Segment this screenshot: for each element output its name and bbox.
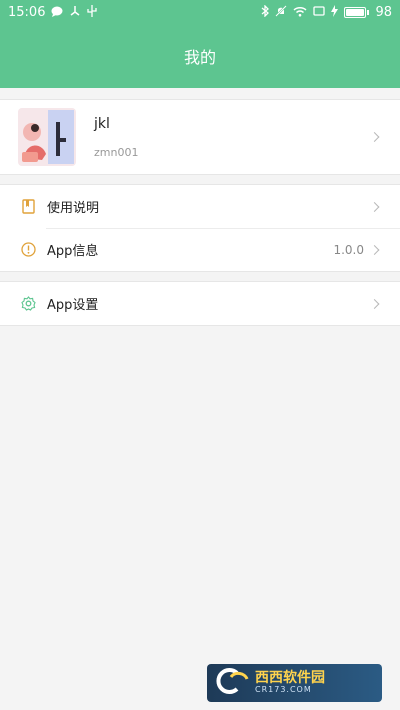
- usb-icon: [87, 5, 98, 19]
- menu-item-app-settings[interactable]: App设置: [0, 282, 400, 325]
- charging-icon: [331, 5, 339, 19]
- page-title: 我的: [183, 48, 216, 67]
- battery-icon: [344, 6, 370, 18]
- menu-group: 使用说明 App信息 1.0.0: [0, 184, 400, 272]
- chevron-right-icon: [369, 201, 380, 212]
- status-time: 15:06: [8, 4, 46, 20]
- screen-icon: [313, 6, 326, 18]
- avatar[interactable]: [18, 108, 76, 166]
- status-bar: 15:06 98: [0, 0, 400, 24]
- mute-icon: [275, 5, 288, 19]
- battery-level: 98: [375, 4, 392, 20]
- profile-id: zmn001: [94, 145, 139, 159]
- bluetooth-icon: [261, 4, 270, 19]
- chat-icon: [51, 6, 63, 19]
- gear-icon: [20, 296, 36, 312]
- settings-group: App设置: [0, 281, 400, 326]
- chevron-right-icon: [369, 132, 380, 142]
- chevron-right-icon: [369, 298, 380, 309]
- menu-item-label: 使用说明: [47, 201, 100, 216]
- watermark-url: CR173.COM: [255, 685, 312, 695]
- menu-item-instructions[interactable]: 使用说明: [0, 185, 400, 228]
- app-header: 15:06 98 我的: [0, 0, 400, 88]
- wifi-icon: [293, 6, 307, 19]
- menu-item-app-info[interactable]: App信息 1.0.0: [0, 228, 400, 271]
- profile-card[interactable]: jkl zmn001: [0, 99, 400, 175]
- chevron-right-icon: [369, 244, 380, 255]
- watermark-logo: 西西软件园 CR173.COM: [207, 664, 382, 702]
- menu-item-label: App信息: [47, 244, 99, 259]
- menu-item-label: App设置: [47, 298, 99, 313]
- watermark-icon: [215, 667, 249, 700]
- usb-share-icon: [69, 5, 81, 19]
- info-icon: [20, 242, 36, 258]
- profile-name: jkl: [94, 115, 110, 132]
- book-icon: [20, 199, 36, 215]
- watermark-brand: 西西软件园: [255, 669, 325, 686]
- app-version: 1.0.0: [333, 242, 364, 257]
